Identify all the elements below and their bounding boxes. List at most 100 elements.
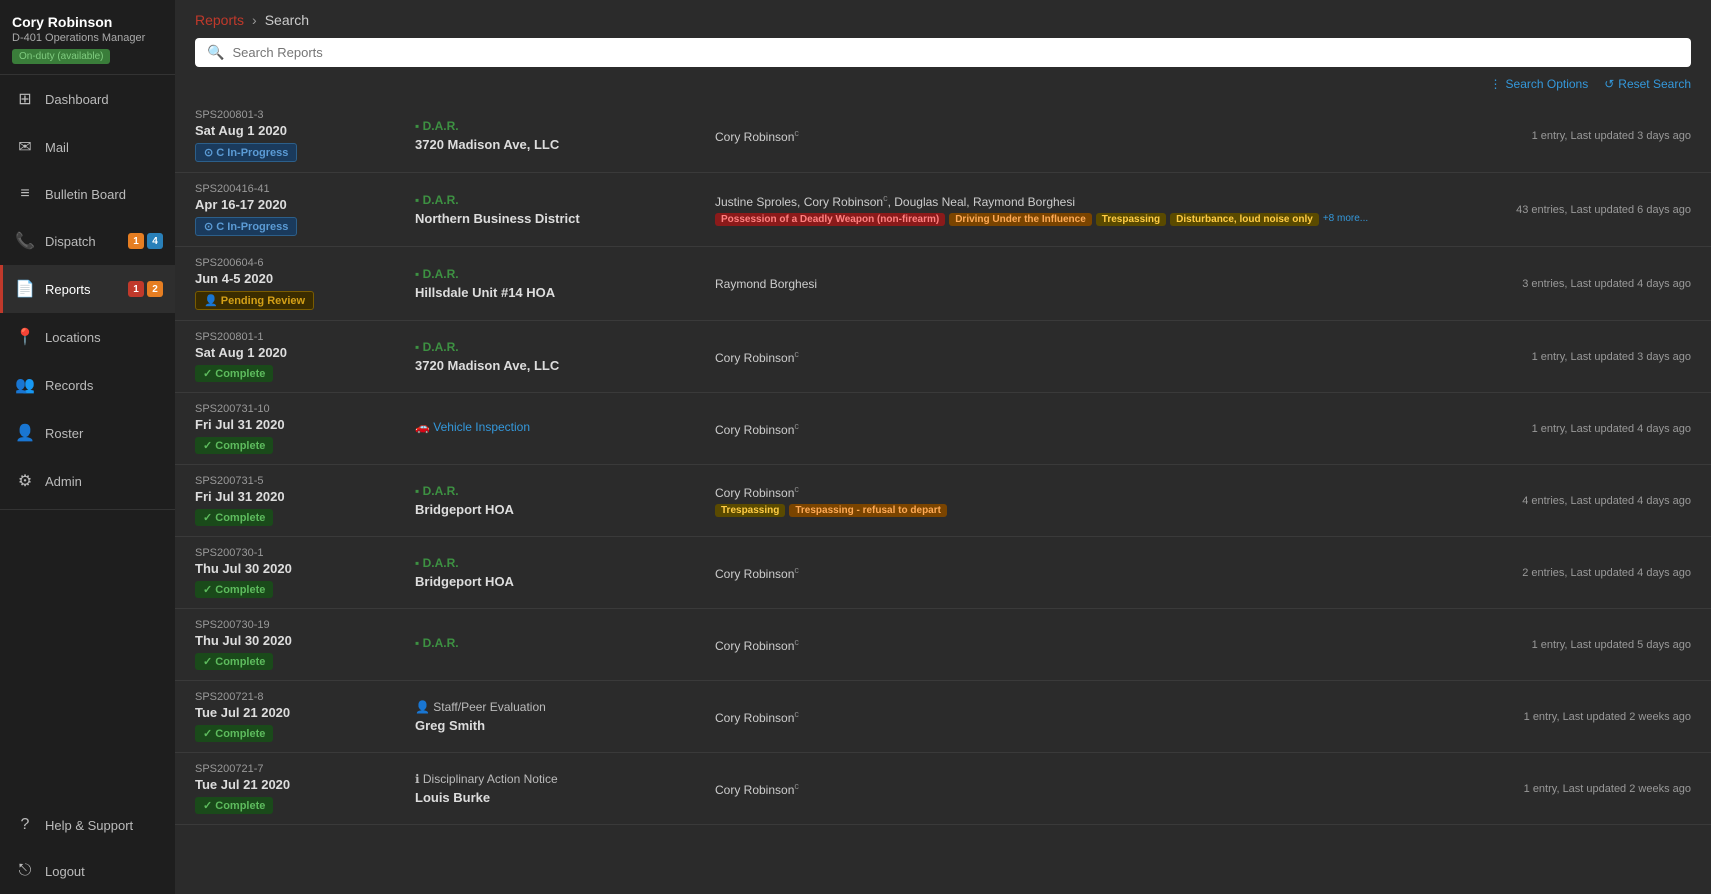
user-role: D-401 Operations Manager — [12, 32, 163, 44]
record-id-col: SPS200801-3 Sat Aug 1 2020 ⊙ C In-Progress — [195, 109, 415, 162]
table-row[interactable]: SPS200721-7Tue Jul 21 2020✓ Completeℹ Di… — [175, 753, 1711, 825]
record-meta: 1 entry, Last updated 2 weeks ago — [1431, 783, 1691, 795]
sidebar-item-admin[interactable]: ⚙Admin — [0, 457, 175, 505]
record-type: 🚗 Vehicle Inspection — [415, 420, 715, 434]
table-row[interactable]: SPS200721-8Tue Jul 21 2020✓ Complete👤 St… — [175, 681, 1711, 753]
record-location: Northern Business District — [415, 211, 715, 226]
roster-icon: 👤 — [15, 423, 35, 443]
record-id-col: SPS200801-1Sat Aug 1 2020✓ Complete — [195, 331, 415, 382]
sidebar-item-mail[interactable]: ✉Mail — [0, 123, 175, 171]
sidebar-label-logout: Logout — [45, 864, 163, 879]
sidebar: Cory Robinson D-401 Operations Manager O… — [0, 0, 175, 894]
record-tags: Trespassing Trespassing - refusal to depa… — [715, 504, 1431, 517]
search-toolbar: ⋮ Search Options ↺ Reset Search — [175, 77, 1711, 99]
sidebar-label-dispatch: Dispatch — [45, 234, 118, 249]
breadcrumb-parent[interactable]: Reports — [195, 12, 244, 28]
sidebar-item-reports[interactable]: 📄Reports12 — [0, 265, 175, 313]
nav-bottom: ?Help & Support⎋Logout — [0, 802, 175, 894]
sidebar-label-dashboard: Dashboard — [45, 92, 163, 107]
record-type-col: ▪ D.A.R.Bridgeport HOA — [415, 484, 715, 517]
record-tag: Trespassing — [1096, 213, 1166, 226]
sidebar-label-records: Records — [45, 378, 163, 393]
sidebar-item-roster[interactable]: 👤 Roster — [0, 409, 175, 457]
record-tag: Trespassing — [715, 504, 785, 517]
status-badge: ✓ Complete — [195, 509, 273, 526]
table-row[interactable]: SPS200801-1Sat Aug 1 2020✓ Complete▪ D.A… — [175, 321, 1711, 393]
reset-search-button[interactable]: ↺ Reset Search — [1604, 77, 1691, 91]
badge-reports-red: 1 — [128, 281, 144, 297]
search-input[interactable] — [232, 45, 1679, 60]
status-badge: 👤 Pending Review — [195, 291, 314, 310]
locations-icon: 📍 — [15, 327, 35, 347]
table-row[interactable]: SPS200416-41Apr 16-17 2020⊙ C In-Progres… — [175, 173, 1711, 247]
record-location: Greg Smith — [415, 718, 715, 733]
record-meta: 2 entries, Last updated 4 days ago — [1431, 567, 1691, 579]
record-meta: 1 entry, Last updated 4 days ago — [1431, 423, 1691, 435]
record-id: SPS200730-19 — [195, 619, 415, 631]
record-id: SPS200801-3 — [195, 109, 415, 121]
record-tag: Trespassing - refusal to depart — [789, 504, 947, 517]
user-status: On-duty (available) — [12, 49, 110, 64]
table-row[interactable]: SPS200731-5Fri Jul 31 2020✓ Complete▪ D.… — [175, 465, 1711, 537]
records-list: SPS200801-3 Sat Aug 1 2020 ⊙ C In-Progress… — [175, 99, 1711, 894]
sidebar-label-locations: Locations — [45, 330, 163, 345]
breadcrumb-separator: › — [252, 12, 257, 28]
record-tag: Disturbance, loud noise only — [1170, 213, 1319, 226]
record-location: Hillsdale Unit #14 HOA — [415, 285, 715, 300]
table-row[interactable]: SPS200730-19Thu Jul 30 2020✓ Complete▪ D… — [175, 609, 1711, 681]
record-id: SPS200604-6 — [195, 257, 415, 269]
record-officers: Raymond Borghesi — [715, 277, 1431, 291]
record-date: Jun 4-5 2020 — [195, 271, 415, 286]
sidebar-item-dashboard[interactable]: ⊞Dashboard — [0, 75, 175, 123]
record-date: Sat Aug 1 2020 — [195, 123, 415, 138]
record-id: SPS200730-1 — [195, 547, 415, 559]
record-location: 3720 Madison Ave, LLC — [415, 358, 715, 373]
reports-icon: 📄 — [15, 279, 35, 299]
sidebar-label-roster: Roster — [45, 426, 163, 441]
record-officers: Cory Robinsonc — [715, 484, 1431, 500]
status-badge: ⊙ C In-Progress — [195, 143, 297, 162]
sidebar-item-records[interactable]: 👥Records — [0, 361, 175, 409]
record-type: ▪ D.A.R. — [415, 119, 715, 133]
table-row[interactable]: SPS200801-3 Sat Aug 1 2020 ⊙ C In-Progress… — [175, 99, 1711, 173]
record-officers: Justine Sproles, Cory Robinsonc, Douglas… — [715, 193, 1431, 209]
record-tags: Possession of a Deadly Weapon (non-firea… — [715, 213, 1431, 226]
sidebar-item-dispatch[interactable]: 📞Dispatch14 — [0, 217, 175, 265]
record-date: Apr 16-17 2020 — [195, 197, 415, 212]
badge-dispatch-orange: 1 — [128, 233, 144, 249]
record-meta: 1 entry, Last updated 3 days ago — [1431, 130, 1691, 142]
record-id: SPS200801-1 — [195, 331, 415, 343]
record-meta: 4 entries, Last updated 4 days ago — [1431, 495, 1691, 507]
record-officers-col: Cory Robinsonc — [715, 637, 1431, 653]
search-options-label: Search Options — [1506, 77, 1589, 91]
table-row[interactable]: SPS200604-6Jun 4-5 2020👤 Pending Review▪… — [175, 247, 1711, 321]
sidebar-label-admin: Admin — [45, 474, 163, 489]
record-officers-col: Raymond Borghesi — [715, 277, 1431, 291]
user-name: Cory Robinson — [12, 14, 163, 30]
more-tags-link[interactable]: +8 more... — [1323, 213, 1368, 226]
record-location: Louis Burke — [415, 790, 715, 805]
sidebar-label-help: Help & Support — [45, 818, 163, 833]
sidebar-item-locations[interactable]: 📍 Locations — [0, 313, 175, 361]
record-type: ▪ D.A.R. — [415, 636, 715, 650]
sidebar-item-help[interactable]: ?Help & Support — [0, 802, 175, 848]
sidebar-item-bulletin[interactable]: ≡Bulletin Board — [0, 171, 175, 217]
record-id-col: SPS200731-5Fri Jul 31 2020✓ Complete — [195, 475, 415, 526]
badge-reports-orange: 2 — [147, 281, 163, 297]
breadcrumb: Reports › Search — [175, 0, 1711, 28]
table-row[interactable]: SPS200731-10Fri Jul 31 2020✓ Complete🚗 V… — [175, 393, 1711, 465]
bulletin-icon: ≡ — [15, 185, 35, 203]
search-bar: 🔍 — [175, 28, 1711, 77]
record-officers: Cory Robinsonc — [715, 709, 1431, 725]
table-row[interactable]: SPS200730-1Thu Jul 30 2020✓ Complete▪ D.… — [175, 537, 1711, 609]
record-type: ▪ D.A.R. — [415, 193, 715, 207]
search-wrapper: 🔍 — [195, 38, 1691, 67]
record-officers: Cory Robinsonc — [715, 637, 1431, 653]
record-officers: Cory Robinsonc — [715, 349, 1431, 365]
status-badge: ✓ Complete — [195, 725, 273, 742]
search-options-button[interactable]: ⋮ Search Options — [1490, 77, 1589, 91]
sidebar-item-logout[interactable]: ⎋Logout — [0, 848, 175, 894]
record-id: SPS200416-41 — [195, 183, 415, 195]
search-icon: 🔍 — [207, 44, 224, 61]
record-date: Thu Jul 30 2020 — [195, 633, 415, 648]
